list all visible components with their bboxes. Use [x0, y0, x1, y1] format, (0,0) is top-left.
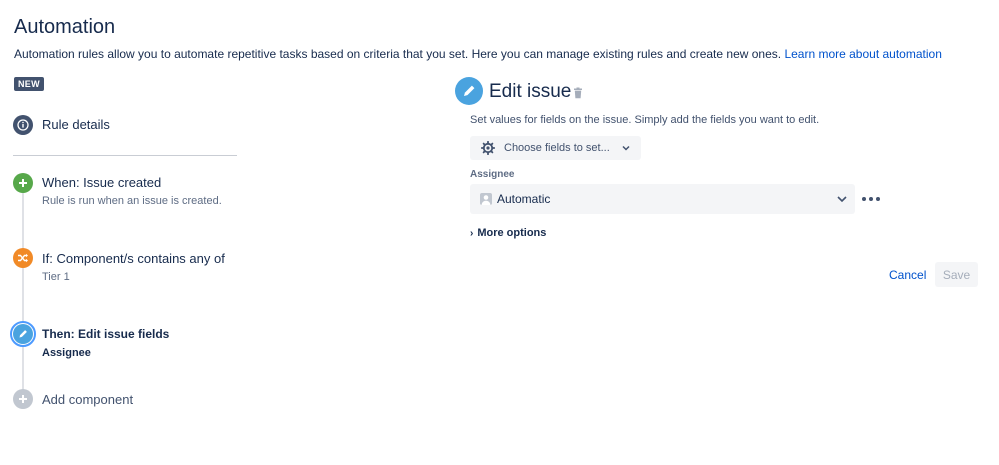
- chevron-right-icon: ›: [470, 227, 474, 239]
- choose-fields-label: Choose fields to set...: [504, 142, 610, 154]
- gear-icon: [481, 141, 495, 155]
- trigger-step-subtitle: Rule is run when an issue is created.: [42, 195, 222, 207]
- trash-icon[interactable]: [572, 87, 584, 99]
- cancel-button[interactable]: Cancel: [889, 268, 926, 282]
- assignee-value: Automatic: [497, 192, 551, 206]
- trigger-step-title[interactable]: When: Issue created: [42, 175, 161, 190]
- editor-description: Set values for fields on the issue. Simp…: [470, 114, 820, 126]
- action-step-title[interactable]: Then: Edit issue fields: [42, 327, 169, 341]
- action-step-subtitle: Assignee: [42, 347, 91, 359]
- condition-step-title[interactable]: If: Component/s contains any of: [42, 251, 225, 266]
- condition-step-subtitle: Tier 1: [42, 271, 70, 283]
- chevron-down-icon: [837, 196, 847, 203]
- edit-pencil-icon: [455, 77, 483, 105]
- add-component-button[interactable]: Add component: [42, 392, 133, 407]
- more-options-label: More options: [477, 227, 547, 239]
- assignee-field-label: Assignee: [470, 169, 515, 180]
- timeline-line: [22, 190, 24, 400]
- shuffle-icon[interactable]: [13, 248, 33, 268]
- trigger-plus-icon[interactable]: [13, 173, 33, 193]
- editor-title: Edit issue: [489, 81, 572, 102]
- chevron-down-icon: [622, 145, 630, 151]
- choose-fields-button[interactable]: Choose fields to set...: [470, 136, 641, 160]
- more-actions-icon[interactable]: [862, 193, 880, 205]
- learn-more-link[interactable]: Learn more about automation: [784, 47, 941, 61]
- page-title: Automation: [14, 16, 116, 38]
- assignee-select[interactable]: Automatic: [470, 184, 855, 214]
- add-plus-icon[interactable]: [13, 389, 33, 409]
- avatar-icon: [480, 193, 492, 205]
- intro-text: Automation rules allow you to automate r…: [14, 47, 782, 61]
- rule-details-link[interactable]: Rule details: [42, 117, 110, 132]
- info-icon[interactable]: [13, 115, 33, 135]
- pencil-icon[interactable]: [13, 324, 33, 344]
- page-intro: Automation rules allow you to automate r…: [14, 47, 942, 61]
- divider: [13, 155, 237, 156]
- new-badge: NEW: [14, 77, 44, 91]
- save-button[interactable]: Save: [935, 262, 978, 287]
- more-options-toggle[interactable]: › More options: [470, 227, 546, 239]
